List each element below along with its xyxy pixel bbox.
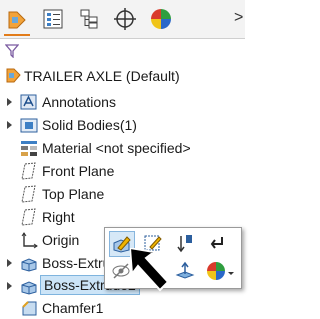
propertymanager-tab[interactable] — [40, 6, 66, 32]
tree-item-material[interactable]: Material <not specified> — [0, 137, 245, 159]
part-icon — [6, 68, 21, 83]
tree-item-label: Solid Bodies(1) — [42, 117, 137, 133]
tree-item-label: Right — [42, 209, 75, 225]
tab-overflow-button[interactable]: > — [234, 9, 243, 27]
tree-item-front-plane[interactable]: Front Plane — [0, 160, 245, 182]
filter-bar — [0, 39, 245, 63]
plane-icon — [21, 185, 36, 203]
plane-icon — [21, 208, 36, 226]
tree-item-label: Top Plane — [42, 186, 105, 202]
extrude-icon — [21, 258, 37, 272]
hide-icon — [112, 263, 130, 279]
normal-to-icon — [175, 261, 195, 279]
rollback-button[interactable] — [173, 231, 197, 255]
expand-caret-icon[interactable] — [6, 281, 14, 291]
tree-item-label: Chamfer1 — [42, 300, 104, 316]
mouse-pointer-icon — [130, 248, 170, 292]
tree-item-top-plane[interactable]: Top Plane — [0, 183, 245, 205]
appearance-icon — [207, 262, 234, 280]
displaymanager-tab[interactable] — [148, 6, 174, 32]
expand-caret-icon[interactable] — [6, 120, 14, 130]
tree-item-chamfer1[interactable]: Chamfer1 — [0, 297, 245, 319]
dimxpert-icon — [114, 8, 136, 30]
tree-item-right-plane[interactable]: Right — [0, 206, 245, 228]
tree-item-label: Front Plane — [42, 163, 115, 179]
tree-item-label: Origin — [42, 232, 80, 248]
manager-tab-bar: > — [0, 0, 245, 39]
expand-caret-icon[interactable] — [6, 97, 14, 107]
appearance-button[interactable] — [205, 259, 237, 283]
material-icon — [21, 141, 37, 156]
tree-item-annotations[interactable]: Annotations — [0, 91, 245, 113]
filter-icon[interactable] — [5, 44, 19, 58]
configurationmanager-tab[interactable] — [76, 6, 102, 32]
solid-bodies-icon — [20, 118, 38, 133]
featuremanager-icon — [8, 11, 26, 29]
tree-root-label: TRAILER AXLE (Default) — [24, 68, 180, 84]
parent-child-icon — [210, 237, 223, 249]
annotations-icon — [20, 94, 37, 110]
edit-feature-icon — [113, 236, 131, 253]
tree-item-label: Material <not specified> — [42, 140, 191, 156]
featuremanager-tab[interactable] — [4, 6, 30, 36]
displaymanager-icon — [151, 9, 171, 29]
propertymanager-icon — [43, 9, 63, 29]
tree-root[interactable]: TRAILER AXLE (Default) — [0, 65, 245, 87]
configurationmanager-icon — [80, 9, 98, 29]
tree-item-label: Annotations — [42, 94, 116, 110]
plane-icon — [21, 162, 36, 180]
rollback-icon — [177, 235, 192, 253]
parent-child-button[interactable] — [205, 231, 229, 255]
tree-item-solid-bodies[interactable]: Solid Bodies(1) — [0, 114, 245, 136]
extrude-icon — [21, 281, 37, 295]
origin-icon — [21, 232, 38, 249]
dimxpertmanager-tab[interactable] — [112, 6, 138, 32]
expand-caret-icon[interactable] — [6, 258, 14, 268]
chamfer-icon — [22, 301, 37, 316]
normal-to-button[interactable] — [173, 259, 197, 283]
